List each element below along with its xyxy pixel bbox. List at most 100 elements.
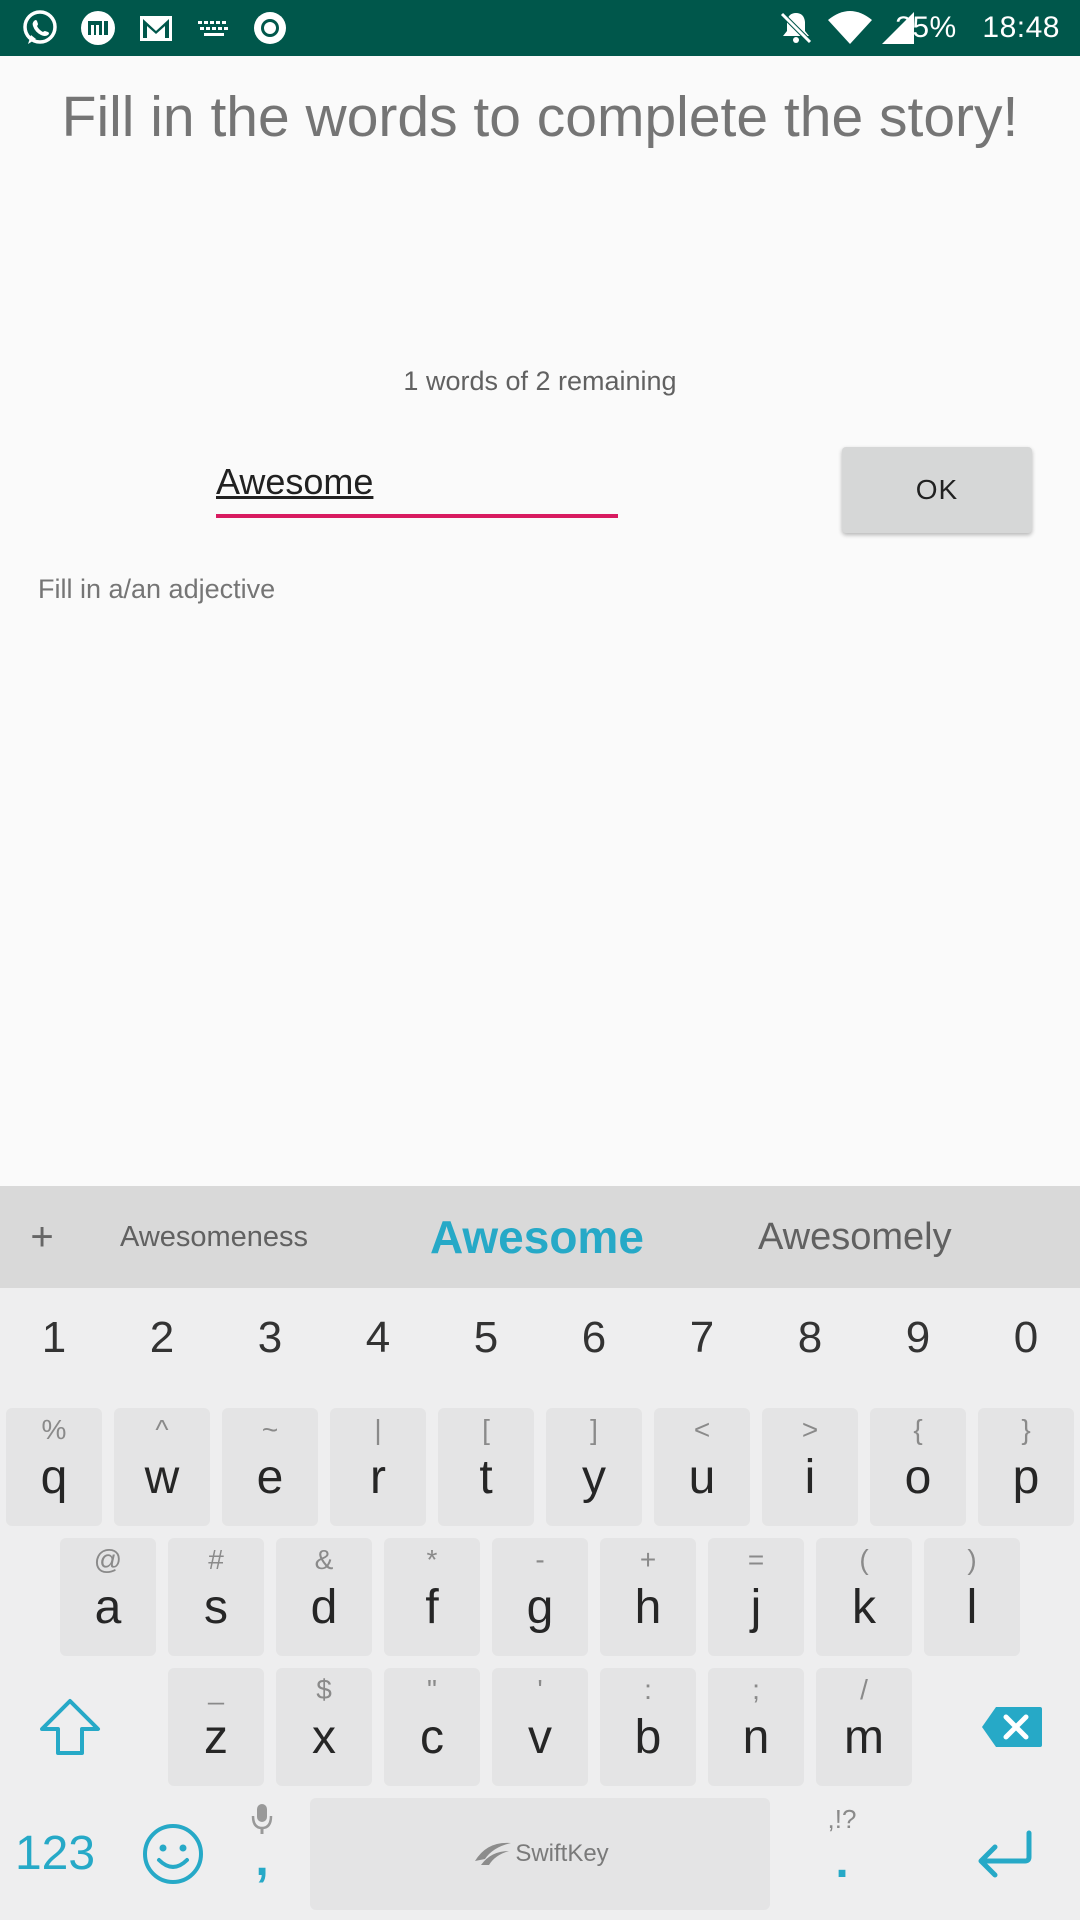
emoji-key[interactable] xyxy=(124,1798,222,1910)
key-primary-label: a xyxy=(94,1581,122,1634)
key-secondary-label: : xyxy=(644,1674,652,1705)
clock: 18:48 xyxy=(982,11,1060,44)
key-primary-label: i xyxy=(804,1451,816,1504)
key-n[interactable]: ; n xyxy=(708,1668,804,1786)
key-secondary-label: + xyxy=(639,1544,657,1575)
key-c[interactable]: " c xyxy=(384,1668,480,1786)
key-p[interactable]: } p xyxy=(978,1408,1074,1526)
key-y[interactable]: ] y xyxy=(546,1408,642,1526)
add-icon[interactable]: + xyxy=(24,1214,60,1260)
key-q[interactable]: % q xyxy=(6,1408,102,1526)
key-f[interactable]: * f xyxy=(384,1538,480,1656)
key-j[interactable]: = j xyxy=(708,1538,804,1656)
key-u[interactable]: < u xyxy=(654,1408,750,1526)
key-secondary-label: $ xyxy=(316,1674,332,1705)
key-secondary-label: < xyxy=(693,1414,711,1445)
key-secondary-label: > xyxy=(801,1414,819,1445)
number-key-6[interactable]: 6 xyxy=(540,1298,648,1378)
key-l[interactable]: ) l xyxy=(924,1538,1020,1656)
key-s[interactable]: # s xyxy=(168,1538,264,1656)
key-h[interactable]: + h xyxy=(600,1538,696,1656)
key-primary-label: l xyxy=(966,1581,978,1634)
number-key-4[interactable]: 4 xyxy=(324,1298,432,1378)
ok-button[interactable]: OK xyxy=(842,447,1032,533)
number-key-2[interactable]: 2 xyxy=(108,1298,216,1378)
key-r[interactable]: | r xyxy=(330,1408,426,1526)
key-primary-label: w xyxy=(144,1451,180,1504)
backspace-key[interactable] xyxy=(960,1668,1064,1786)
key-secondary-label: % xyxy=(41,1414,67,1445)
key-secondary-label: ) xyxy=(967,1544,977,1575)
suggestion-left[interactable]: Awesomeness xyxy=(120,1186,308,1288)
wifi-icon xyxy=(826,8,874,48)
key-secondary-label: / xyxy=(860,1674,868,1705)
key-secondary-label: _ xyxy=(208,1674,224,1705)
numbers-mode-key[interactable]: 123 xyxy=(0,1798,110,1908)
key-secondary-label: | xyxy=(374,1414,382,1445)
key-secondary-label: ] xyxy=(590,1414,598,1445)
key-b[interactable]: :b xyxy=(600,1668,696,1786)
word-input[interactable] xyxy=(216,452,618,512)
number-key-9[interactable]: 9 xyxy=(864,1298,972,1378)
key-primary-label: j xyxy=(750,1581,762,1634)
key-primary-label: s xyxy=(204,1581,228,1634)
shift-icon xyxy=(40,1699,100,1755)
do-not-disturb-icon xyxy=(776,8,816,48)
suggestion-right[interactable]: Awesomely xyxy=(758,1186,952,1288)
key-secondary-label: - xyxy=(535,1544,545,1575)
key-secondary-label: @ xyxy=(93,1544,123,1575)
period-label: . xyxy=(835,1835,849,1888)
key-primary-label: e xyxy=(256,1451,284,1504)
space-bar-brand: SwiftKey xyxy=(515,1840,609,1867)
key-v[interactable]: ' v xyxy=(492,1668,588,1786)
key-t[interactable]: [t xyxy=(438,1408,534,1526)
suggestion-middle[interactable]: Awesome xyxy=(430,1186,644,1288)
word-input-field[interactable] xyxy=(216,452,618,518)
key-g[interactable]: -g xyxy=(492,1538,588,1656)
key-primary-label: z xyxy=(204,1711,228,1764)
swiftkey-logo-icon xyxy=(475,1842,512,1865)
number-key-3[interactable]: 3 xyxy=(216,1298,324,1378)
key-secondary-label: # xyxy=(208,1544,224,1575)
period-key[interactable]: ,!? . xyxy=(800,1798,884,1910)
number-key-1[interactable]: 1 xyxy=(0,1298,108,1378)
status-bar: 35% 18:48 xyxy=(0,0,1080,56)
key-o[interactable]: {o xyxy=(870,1408,966,1526)
words-remaining-label: 1 words of 2 remaining xyxy=(403,366,677,396)
key-primary-label: n xyxy=(742,1711,770,1764)
enter-key[interactable] xyxy=(950,1798,1060,1910)
key-w[interactable]: ^ w xyxy=(114,1408,210,1526)
key-primary-label: h xyxy=(634,1581,662,1634)
battery-percent: 35% xyxy=(895,11,957,44)
number-key-5[interactable]: 5 xyxy=(432,1298,540,1378)
key-i[interactable]: > i xyxy=(762,1408,858,1526)
whatsapp-icon xyxy=(20,8,60,48)
key-secondary-label: = xyxy=(747,1544,765,1575)
gmail-icon xyxy=(136,8,176,48)
shift-key[interactable] xyxy=(18,1668,122,1786)
comma-key[interactable]: , xyxy=(230,1798,294,1910)
key-a[interactable]: @ a xyxy=(60,1538,156,1656)
page-title: Fill in the words to complete the story! xyxy=(61,85,1019,149)
key-e[interactable]: ~ e xyxy=(222,1408,318,1526)
key-d[interactable]: & d xyxy=(276,1538,372,1656)
key-k[interactable]: (k xyxy=(816,1538,912,1656)
key-primary-label: o xyxy=(904,1451,932,1504)
key-secondary-label: { xyxy=(913,1414,923,1445)
microphone-icon xyxy=(251,1804,273,1834)
emoji-icon xyxy=(143,1824,203,1884)
space-bar[interactable]: SwiftKey xyxy=(310,1798,770,1910)
number-key-0[interactable]: 0 xyxy=(972,1298,1080,1378)
key-m[interactable]: / m xyxy=(816,1668,912,1786)
key-z[interactable]: _ z xyxy=(168,1668,264,1786)
key-secondary-label: [ xyxy=(482,1414,490,1445)
key-x[interactable]: $ x xyxy=(276,1668,372,1786)
key-secondary-label: " xyxy=(427,1674,437,1705)
number-key-7[interactable]: 7 xyxy=(648,1298,756,1378)
key-primary-label: v xyxy=(528,1711,552,1764)
key-primary-label: t xyxy=(479,1451,493,1504)
number-row: 1234567890 xyxy=(0,1298,1080,1378)
number-key-8[interactable]: 8 xyxy=(756,1298,864,1378)
key-primary-label: g xyxy=(526,1581,554,1634)
key-primary-label: b xyxy=(634,1711,662,1764)
